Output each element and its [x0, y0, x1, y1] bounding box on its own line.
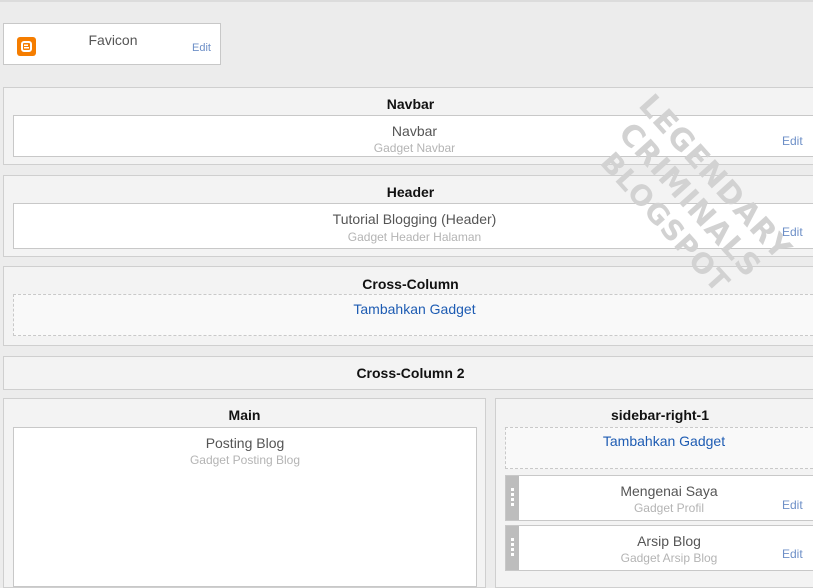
sidebar-right-section: sidebar-right-1 Tambahkan Gadget Mengena… — [495, 398, 813, 588]
navbar-gadget-title: Navbar — [391, 123, 438, 139]
favicon-gadget: Favicon Edit — [3, 23, 221, 65]
archive-gadget-title: Arsip Blog — [637, 533, 701, 549]
cross-column-2-title: Cross-Column 2 — [356, 365, 465, 381]
favicon-title: Favicon — [88, 32, 138, 48]
sidebar-add-area: Tambahkan Gadget — [505, 427, 813, 469]
navbar-section: Navbar Navbar Gadget Navbar Edit — [3, 87, 813, 165]
favicon-edit-link[interactable]: Edit — [192, 42, 211, 54]
sidebar-gadget-archive: Arsip Blog Gadget Arsip Blog Edit — [505, 525, 813, 571]
profile-gadget-subtitle: Gadget Profil — [633, 501, 705, 515]
archive-gadget-subtitle: Gadget Arsip Blog — [620, 551, 718, 565]
cross-column-add-gadget-link[interactable]: Tambahkan Gadget — [14, 301, 813, 317]
sidebar-add-gadget-link[interactable]: Tambahkan Gadget — [506, 433, 813, 449]
header-gadget: Tutorial Blogging (Header) Gadget Header… — [13, 203, 813, 249]
drag-handle[interactable] — [506, 526, 519, 570]
header-section-title: Header — [386, 184, 435, 200]
sidebar-section-title: sidebar-right-1 — [610, 407, 709, 423]
drag-handle[interactable] — [506, 476, 519, 520]
top-divider — [0, 0, 813, 2]
navbar-gadget-subtitle: Gadget Navbar — [373, 141, 456, 155]
main-posting-gadget: Posting Blog Gadget Posting Blog — [13, 427, 477, 587]
main-section-title: Main — [228, 407, 261, 423]
archive-edit-link[interactable]: Edit — [782, 547, 803, 561]
header-section: Header Tutorial Blogging (Header) Gadget… — [3, 175, 813, 257]
navbar-edit-link[interactable]: Edit — [782, 134, 803, 148]
cross-column-add-area: Tambahkan Gadget — [13, 294, 813, 336]
navbar-section-title: Navbar — [386, 96, 435, 112]
sidebar-gadget-profile: Mengenai Saya Gadget Profil Edit — [505, 475, 813, 521]
header-gadget-subtitle: Gadget Header Halaman — [347, 230, 482, 244]
main-gadget-subtitle: Gadget Posting Blog — [189, 453, 301, 467]
cross-column-section: Cross-Column Tambahkan Gadget — [3, 266, 813, 346]
navbar-gadget: Navbar Gadget Navbar Edit — [13, 115, 813, 157]
header-gadget-title: Tutorial Blogging (Header) — [332, 211, 497, 227]
profile-gadget-title: Mengenai Saya — [620, 483, 718, 499]
cross-column-title: Cross-Column — [362, 276, 459, 292]
profile-edit-link[interactable]: Edit — [782, 498, 803, 512]
cross-column-2-section: Cross-Column 2 — [3, 356, 813, 390]
header-edit-link[interactable]: Edit — [782, 225, 803, 239]
main-section: Main Posting Blog Gadget Posting Blog — [3, 398, 486, 588]
main-gadget-title: Posting Blog — [205, 435, 285, 451]
